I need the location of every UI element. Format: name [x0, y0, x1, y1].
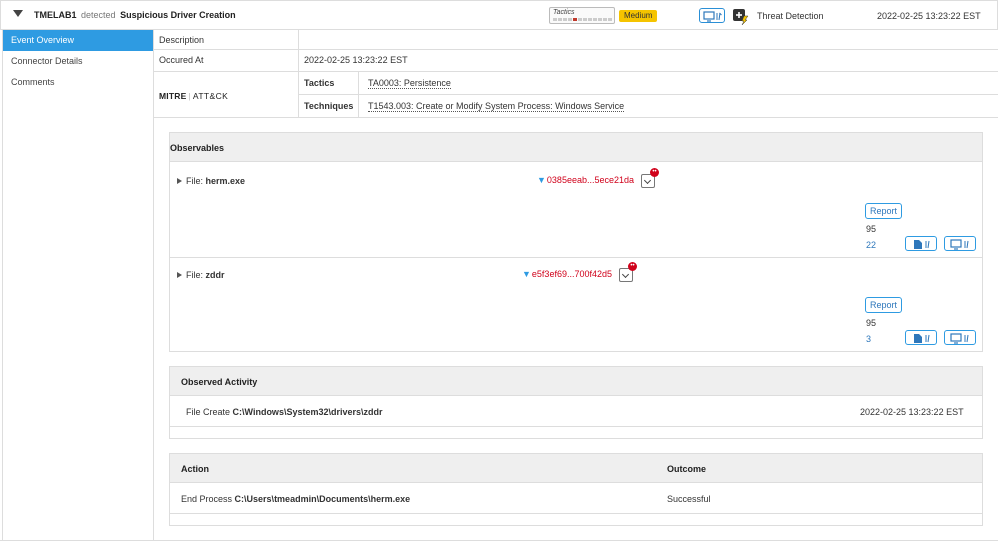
action-outcome: Successful	[667, 494, 711, 504]
alert-badge: ••	[650, 168, 659, 177]
event-timestamp: 2022-02-25 13:23:22 EST	[877, 11, 981, 21]
monitor-icon	[703, 11, 722, 22]
event-overview-panel: Description Occured At 2022-02-25 13:23:…	[154, 30, 998, 540]
observable-score: 95	[866, 224, 877, 234]
tactics-value[interactable]: TA0003: Persistence	[368, 78, 451, 89]
description-label: Description	[159, 35, 205, 45]
observables-title: Observables	[170, 133, 982, 162]
sub-column-divider	[358, 72, 359, 118]
observed-activity-panel: Observed Activity File Create C:\Windows…	[169, 366, 983, 439]
expand-icon[interactable]	[177, 272, 182, 278]
detected-word: detected	[81, 10, 116, 20]
file-trajectory-button[interactable]	[905, 236, 937, 251]
observable-item: File: zddr ▼e5f3ef69...700f42d5 •• Repor…	[170, 258, 982, 352]
observable-file[interactable]: File: zddr	[186, 270, 225, 280]
occurred-row: Occured At 2022-02-25 13:23:22 EST	[154, 50, 998, 72]
host-name: TMELAB1	[34, 10, 77, 20]
action-column-header: Action	[181, 464, 209, 474]
actions-header: Action Outcome	[170, 454, 982, 483]
file-icon	[914, 334, 930, 343]
event-title: TMELAB1 detected Suspicious Driver Creat…	[34, 10, 236, 20]
severity-badge: Medium	[619, 10, 658, 22]
occurred-label: Occured At	[159, 55, 204, 65]
tactics-label: Tactics	[304, 78, 335, 88]
chevron-down-icon	[643, 176, 652, 185]
funnel-icon: ▼	[522, 269, 531, 279]
event-header[interactable]: TMELAB1 detected Suspicious Driver Creat…	[0, 0, 998, 30]
observables-panel: Observables File: herm.exe ▼0385eeab...5…	[169, 132, 983, 352]
event-name: Suspicious Driver Creation	[120, 10, 236, 20]
tactics-row: Tactics TA0003: Persistence	[298, 72, 998, 95]
funnel-icon: ▼	[537, 175, 546, 185]
activity-row: File Create C:\Windows\System32\drivers\…	[170, 397, 982, 427]
sidebar-item-connector-details[interactable]: Connector Details	[3, 51, 153, 72]
device-trajectory-button[interactable]	[944, 330, 976, 345]
mitre-attack-logo: MITRE | ATT&CK	[159, 91, 229, 101]
report-button[interactable]: Report	[865, 297, 902, 313]
chevron-down-icon	[621, 270, 630, 279]
tactics-matrix[interactable]: Tactics	[549, 7, 615, 24]
tactics-matrix-label: Tactics	[553, 9, 575, 16]
observable-count[interactable]: 22	[866, 240, 876, 250]
plus-bolt-icon[interactable]	[732, 8, 749, 25]
techniques-row: Techniques T1543.003: Create or Modify S…	[298, 95, 998, 118]
activity-time: 2022-02-25 13:23:22 EST	[860, 407, 964, 417]
device-trajectory-button[interactable]	[944, 236, 976, 251]
monitor-icon	[950, 239, 969, 250]
techniques-value[interactable]: T1543.003: Create or Modify System Proce…	[368, 101, 625, 112]
alert-badge: ••	[628, 262, 637, 271]
expand-icon[interactable]	[177, 178, 182, 184]
file-trajectory-button[interactable]	[905, 330, 937, 345]
observed-activity-title: Observed Activity	[170, 367, 982, 396]
observable-hash[interactable]: ▼0385eeab...5ece21da	[537, 175, 634, 185]
bottom-divider	[0, 540, 998, 541]
description-row: Description	[154, 30, 998, 50]
sidebar-item-event-overview[interactable]: Event Overview	[3, 30, 153, 51]
action-row: End Process C:\Users\tmeadmin\Documents\…	[170, 484, 982, 514]
tactics-dots	[553, 18, 612, 21]
category-label: Threat Detection	[757, 11, 824, 21]
outcome-column-header: Outcome	[667, 464, 707, 474]
activity-action: File Create C:\Windows\System32\drivers\…	[186, 407, 383, 417]
occurred-value: 2022-02-25 13:23:22 EST	[304, 55, 408, 65]
event-sidebar: Event Overview Connector Details Comment…	[2, 30, 154, 540]
report-button[interactable]: Report	[865, 203, 902, 219]
observable-count[interactable]: 3	[866, 334, 871, 344]
caret-down-icon[interactable]	[13, 10, 23, 17]
action-text: End Process C:\Users\tmeadmin\Documents\…	[181, 494, 411, 504]
actions-panel: Action Outcome End Process C:\Users\tmea…	[169, 453, 983, 526]
observable-score: 95	[866, 318, 877, 328]
file-icon	[914, 240, 930, 249]
monitor-icon	[950, 333, 969, 344]
observable-file[interactable]: File: herm.exe	[186, 176, 245, 186]
host-monitor-button[interactable]	[699, 8, 725, 23]
techniques-label: Techniques	[304, 101, 354, 111]
observable-item: File: herm.exe ▼0385eeab...5ece21da •• R…	[170, 163, 982, 258]
column-divider	[298, 30, 299, 118]
observable-hash[interactable]: ▼e5f3ef69...700f42d5	[522, 269, 612, 279]
sidebar-item-comments[interactable]: Comments	[3, 72, 153, 93]
